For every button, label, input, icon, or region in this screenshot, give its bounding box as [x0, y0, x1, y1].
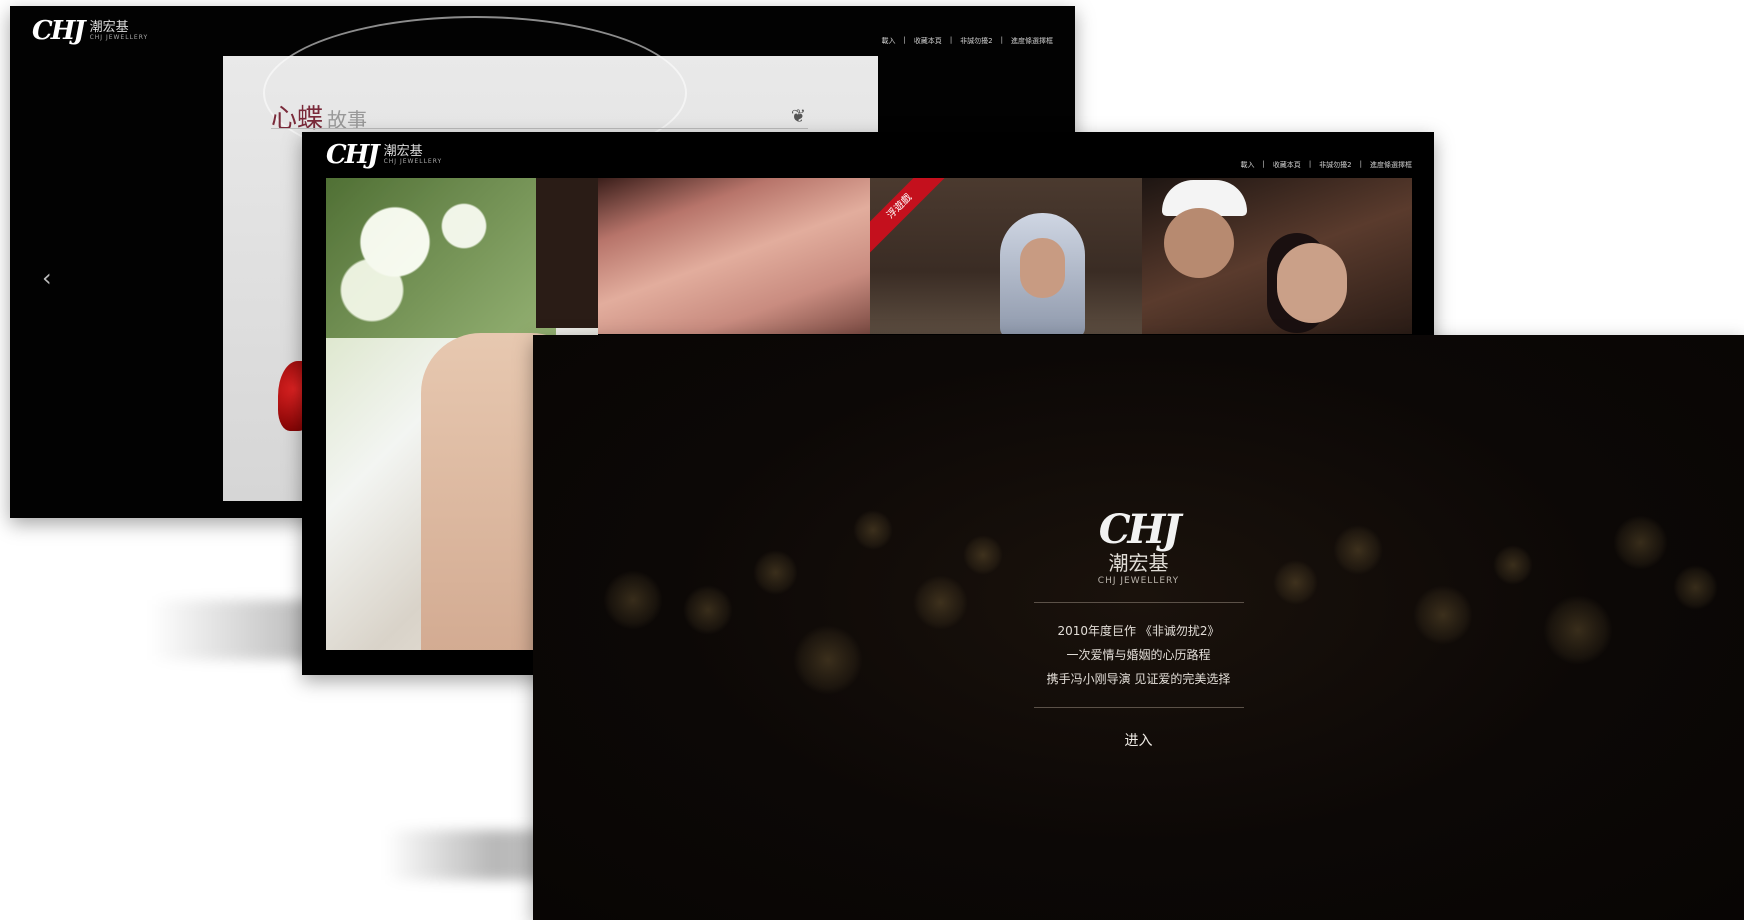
- nav-item[interactable]: 非誠勿擾2: [960, 36, 992, 46]
- promo-lines: 2010年度巨作 《非诚勿扰2》 一次爱情与婚姻的心历路程 携手冯小刚导演 见证…: [533, 619, 1744, 691]
- promo-line: 携手冯小刚导演 见证爱的完美选择: [1046, 672, 1231, 686]
- nav-item[interactable]: 進度條選擇框: [1370, 160, 1412, 170]
- butterfly-icon: ❦: [790, 106, 806, 127]
- back-logo[interactable]: CHJ 潮宏基 CHJ JEWELLERY: [32, 16, 148, 46]
- promo-line: 2010年度巨作 《非诚勿扰2》: [1057, 624, 1220, 638]
- chevron-left-icon[interactable]: ‹: [42, 264, 52, 292]
- chj-logo-mark: CHJ: [32, 16, 86, 46]
- promo-line: 一次爱情与婚姻的心历路程: [1066, 648, 1211, 662]
- nav-sep: |: [1262, 160, 1265, 168]
- director-photo[interactable]: [1142, 178, 1412, 334]
- nav-sep: |: [1359, 160, 1362, 168]
- nav-item[interactable]: 收藏本頁: [1273, 160, 1301, 170]
- nav-item[interactable]: 進度條選擇框: [1011, 36, 1053, 46]
- logo-cn-text: 潮宏基: [89, 20, 129, 35]
- story-title: 心蝶 故事: [271, 98, 367, 135]
- hooded-woman-photo[interactable]: 浮遊戲: [870, 178, 1142, 334]
- story-divider: [271, 128, 808, 129]
- nav-item[interactable]: 載入: [1240, 160, 1254, 170]
- nav-item[interactable]: 收藏本頁: [914, 36, 942, 46]
- logo-en-text: CHJ JEWELLERY: [383, 158, 443, 165]
- logo-cn-text: 潮宏基: [1108, 551, 1169, 575]
- nav-sep: |: [949, 36, 953, 44]
- divider-bottom: [1033, 707, 1244, 708]
- nav-sep: |: [1000, 36, 1003, 44]
- nav-item[interactable]: 非誠勿擾2: [1319, 160, 1351, 170]
- divider-top: [1033, 602, 1244, 603]
- logo-en-text: CHJ JEWELLERY: [1097, 576, 1180, 586]
- woman-face: [1277, 243, 1347, 323]
- back-top-nav: 載入 | 收藏本頁 | 非誠勿擾2 | 進度條選擇框: [881, 36, 1053, 46]
- front-window: CHJ 潮宏基 CHJ JEWELLERY 2010年度巨作 《非诚勿扰2》 一…: [533, 335, 1744, 920]
- enter-button[interactable]: 进入: [1125, 730, 1153, 750]
- middle-top-nav: 載入 | 收藏本頁 | 非誠勿擾2 | 進度條選擇框: [1240, 160, 1412, 170]
- logo-cn-text: 潮宏基: [383, 144, 423, 159]
- nav-sep: |: [903, 36, 906, 44]
- splash-content: CHJ 潮宏基 CHJ JEWELLERY 2010年度巨作 《非诚勿扰2》 一…: [533, 510, 1744, 750]
- chj-logo-mark: CHJ: [326, 140, 380, 170]
- logo-en-text: CHJ JEWELLERY: [89, 34, 149, 41]
- bride-hair: [536, 178, 598, 328]
- nav-item[interactable]: 載入: [881, 36, 895, 46]
- flower-foliage: [326, 178, 556, 338]
- face-shape: [1020, 238, 1065, 298]
- man-head: [1164, 208, 1234, 278]
- hands-photo[interactable]: [598, 178, 870, 334]
- chj-logo-mark: CHJ: [1098, 506, 1182, 553]
- middle-logo[interactable]: CHJ 潮宏基 CHJ JEWELLERY: [326, 140, 442, 170]
- nav-sep: |: [1308, 160, 1312, 168]
- story-title-main: 心蝶: [271, 104, 324, 134]
- corner-badge: 浮遊戲: [870, 178, 951, 258]
